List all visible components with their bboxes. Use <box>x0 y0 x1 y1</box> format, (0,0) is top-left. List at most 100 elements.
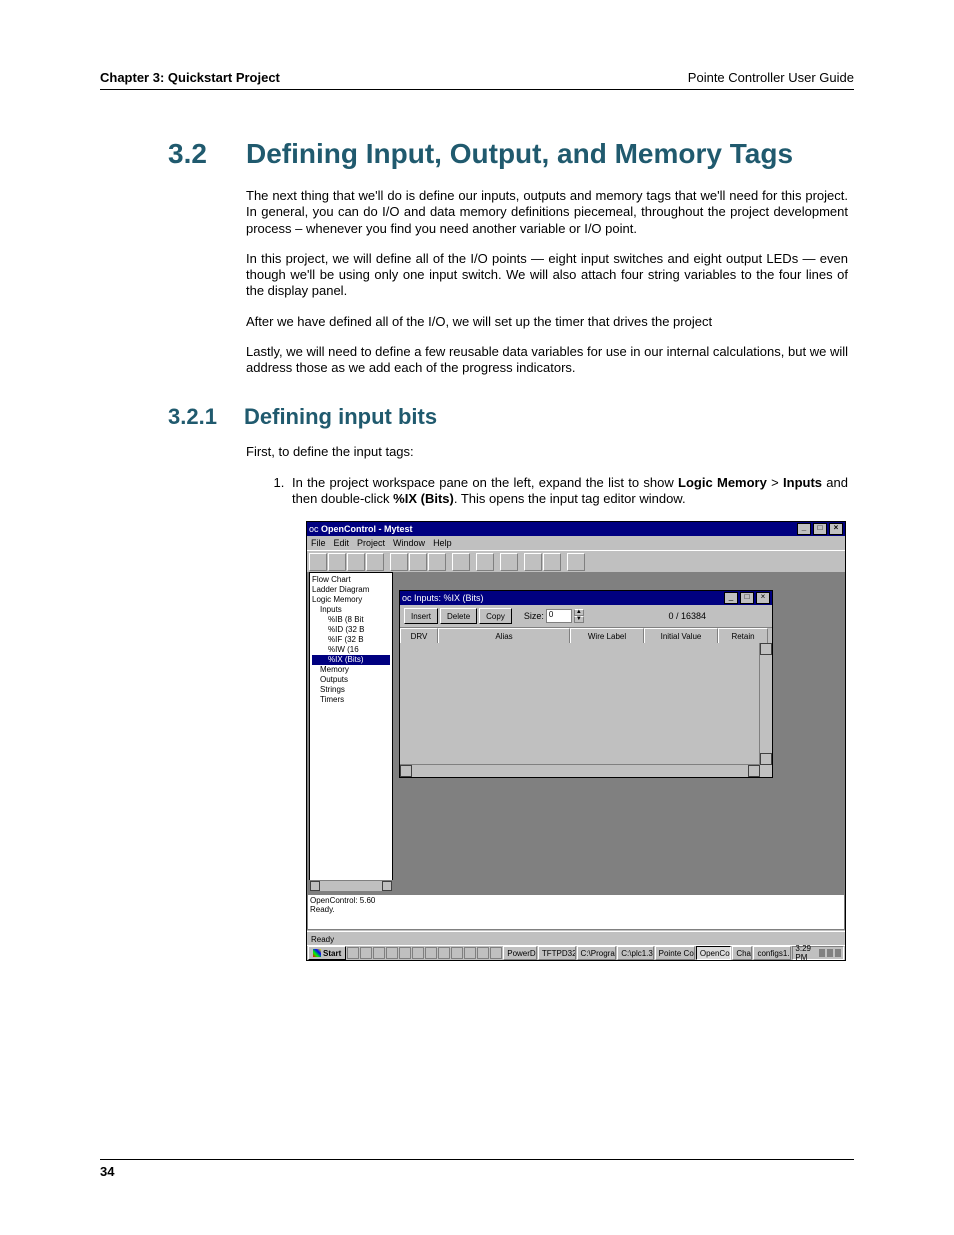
quick-launch-icon[interactable] <box>347 947 359 959</box>
minimize-button[interactable]: _ <box>797 523 811 535</box>
taskbar-task[interactable]: Chart1 <box>732 946 752 960</box>
column-retain[interactable]: Retain <box>718 628 768 644</box>
scroll-right-icon[interactable] <box>382 881 392 891</box>
quick-launch-icon[interactable] <box>490 947 502 959</box>
tree-item[interactable]: %IF (32 B <box>312 635 390 645</box>
column-drv[interactable]: DRV <box>400 628 438 644</box>
toolbar-button[interactable] <box>476 553 494 571</box>
tree-item[interactable]: Inputs <box>312 605 390 615</box>
menu-project[interactable]: Project <box>357 538 385 548</box>
insert-button[interactable]: Insert <box>404 608 438 624</box>
page-header: Chapter 3: Quickstart Project Pointe Con… <box>100 70 854 90</box>
windows-logo-icon <box>313 949 321 957</box>
menu-help[interactable]: Help <box>433 538 452 548</box>
child-titlebar[interactable]: oc Inputs: %IX (Bits) _ □ × <box>400 591 772 605</box>
tag-grid[interactable] <box>400 643 760 765</box>
tree-item[interactable]: %IB (8 Bit <box>312 615 390 625</box>
taskbar-task[interactable]: configs1.bmp -... <box>753 946 791 960</box>
menu-edit[interactable]: Edit <box>334 538 350 548</box>
tree-item-selected[interactable]: %IX (Bits) <box>312 655 390 665</box>
step-list: In the project workspace pane on the lef… <box>246 475 848 508</box>
tree-item[interactable]: Memory <box>312 665 390 675</box>
taskbar-task[interactable]: Pointe Controlle... <box>655 946 695 960</box>
section-number: 3.2 <box>168 138 218 170</box>
taskbar-task[interactable]: PowerDesk :-) <box>503 946 537 960</box>
paragraph-4: Lastly, we will need to define a few reu… <box>246 344 848 377</box>
tray-icon[interactable] <box>835 949 841 957</box>
project-tree[interactable]: Flow Chart Ladder Diagram Logic Memory I… <box>309 572 393 892</box>
copy-button[interactable]: Copy <box>479 608 512 624</box>
tree-item[interactable]: %ID (32 B <box>312 625 390 635</box>
quick-launch-icon[interactable] <box>451 947 463 959</box>
toolbar-button[interactable] <box>328 553 346 571</box>
subsection-title: Defining input bits <box>244 404 437 430</box>
grid-hscrollbar[interactable] <box>400 764 760 777</box>
scroll-left-icon[interactable] <box>400 765 412 777</box>
toolbar-button[interactable] <box>567 553 585 571</box>
size-spinner[interactable]: ▲▼ <box>574 609 584 623</box>
maximize-button[interactable]: □ <box>813 523 827 535</box>
taskbar-task[interactable]: C:\plc1.31_01... <box>617 946 653 960</box>
counter-label: 0 / 16384 <box>668 611 706 621</box>
quick-launch-icon[interactable] <box>386 947 398 959</box>
section-heading: 3.2 Defining Input, Output, and Memory T… <box>168 138 848 170</box>
taskbar-task[interactable]: C:\Program File... <box>577 946 617 960</box>
toolbar-button[interactable] <box>409 553 427 571</box>
quick-launch-icon[interactable] <box>438 947 450 959</box>
taskbar-task[interactable]: TFTPD32 by P... <box>538 946 576 960</box>
output-log: OpenControl: 5.60 Ready. <box>307 894 845 930</box>
scroll-left-icon[interactable] <box>310 881 320 891</box>
quick-launch-icon[interactable] <box>477 947 489 959</box>
menu-window[interactable]: Window <box>393 538 425 548</box>
scroll-up-icon[interactable] <box>760 643 772 655</box>
toolbar-button[interactable] <box>347 553 365 571</box>
quick-launch-icon[interactable] <box>373 947 385 959</box>
toolbar-button[interactable] <box>524 553 542 571</box>
menu-file[interactable]: File <box>311 538 326 548</box>
quick-launch-icon[interactable] <box>464 947 476 959</box>
child-minimize-button[interactable]: _ <box>724 592 738 604</box>
close-button[interactable]: × <box>829 523 843 535</box>
column-initial-value[interactable]: Initial Value <box>644 628 718 644</box>
toolbar-button[interactable] <box>428 553 446 571</box>
quick-launch-icon[interactable] <box>360 947 372 959</box>
quick-launch-icon[interactable] <box>425 947 437 959</box>
toolbar-button[interactable] <box>390 553 408 571</box>
tree-hscrollbar[interactable] <box>309 880 393 892</box>
tree-item[interactable]: Logic Memory <box>312 595 390 605</box>
screenshot: oc OpenControl - Mytest _ □ × File Edit … <box>306 521 848 961</box>
clock: 3:29 PM <box>795 944 817 962</box>
quick-launch-icon[interactable] <box>399 947 411 959</box>
toolbar-button[interactable] <box>309 553 327 571</box>
tree-item[interactable]: %IW (16 <box>312 645 390 655</box>
child-title: Inputs: %IX (Bits) <box>414 593 484 603</box>
toolbar-button[interactable] <box>366 553 384 571</box>
delete-button[interactable]: Delete <box>440 608 477 624</box>
tray-icon[interactable] <box>819 949 825 957</box>
scroll-right-icon[interactable] <box>748 765 760 777</box>
grid-vscrollbar[interactable] <box>759 643 772 765</box>
tree-item[interactable]: Ladder Diagram <box>312 585 390 595</box>
column-alias[interactable]: Alias <box>438 628 570 644</box>
child-close-button[interactable]: × <box>756 592 770 604</box>
toolbar-button[interactable] <box>452 553 470 571</box>
tree-item[interactable]: Strings <box>312 685 390 695</box>
size-input[interactable]: 0 <box>546 609 572 623</box>
tree-item[interactable]: Outputs <box>312 675 390 685</box>
section-title: Defining Input, Output, and Memory Tags <box>246 138 793 170</box>
taskbar-task-active[interactable]: OpenControl ... <box>696 946 731 960</box>
scroll-down-icon[interactable] <box>760 753 772 765</box>
column-wire-label[interactable]: Wire Label <box>570 628 644 644</box>
child-maximize-button[interactable]: □ <box>740 592 754 604</box>
toolbar-button[interactable] <box>543 553 561 571</box>
tray-icon[interactable] <box>827 949 833 957</box>
size-label: Size: <box>524 611 544 621</box>
quick-launch-icon[interactable] <box>412 947 424 959</box>
menu-bar: File Edit Project Window Help <box>307 536 845 550</box>
toolbar-button[interactable] <box>500 553 518 571</box>
app-titlebar[interactable]: oc OpenControl - Mytest _ □ × <box>307 522 845 536</box>
tree-item[interactable]: Timers <box>312 695 390 705</box>
start-button[interactable]: Start <box>308 946 346 960</box>
app-window: oc OpenControl - Mytest _ □ × File Edit … <box>306 521 846 961</box>
tree-item[interactable]: Flow Chart <box>312 575 390 585</box>
